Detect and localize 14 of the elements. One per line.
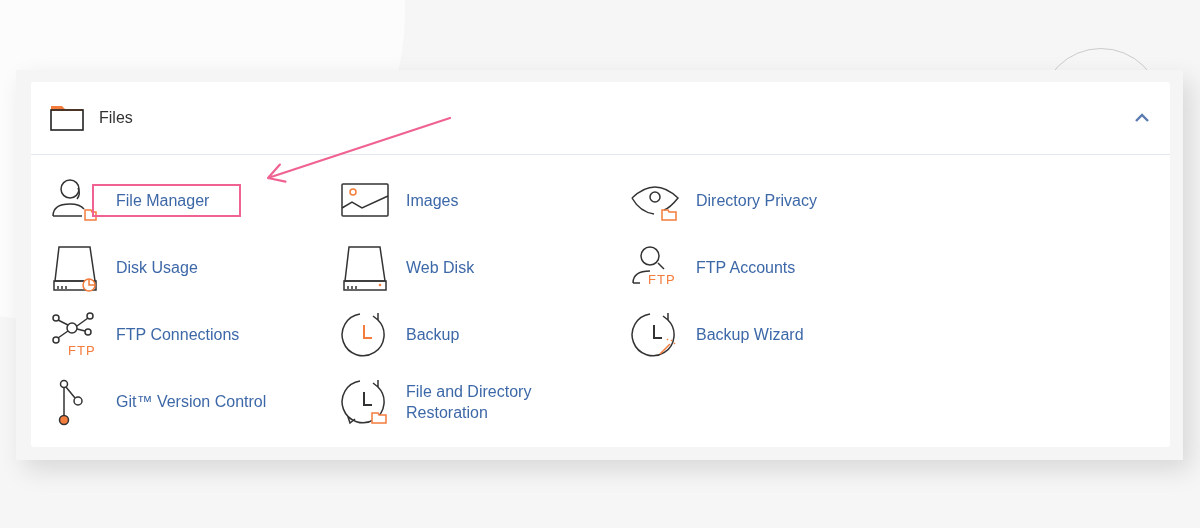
tool-link[interactable]: Web Disk	[382, 251, 507, 284]
tool-link[interactable]: Backup Wizard	[672, 318, 836, 351]
tool-link[interactable]: Disk Usage	[92, 251, 230, 284]
tool-link[interactable]: Git™ Version Control	[92, 385, 299, 418]
ftp-label: FTP	[68, 343, 96, 358]
tool-link[interactable]: File Manager	[92, 184, 242, 217]
section-title: Files	[99, 109, 134, 127]
folder-icon	[50, 105, 84, 131]
collapse-icon[interactable]	[1134, 113, 1150, 123]
tool-link[interactable]: File and Directory Restoration	[382, 374, 608, 429]
tool-link[interactable]: Images	[382, 184, 491, 217]
tool-link[interactable]: Directory Privacy	[672, 184, 849, 217]
tool-link[interactable]: Backup	[382, 318, 492, 351]
ftp-label: FTP	[648, 272, 676, 287]
